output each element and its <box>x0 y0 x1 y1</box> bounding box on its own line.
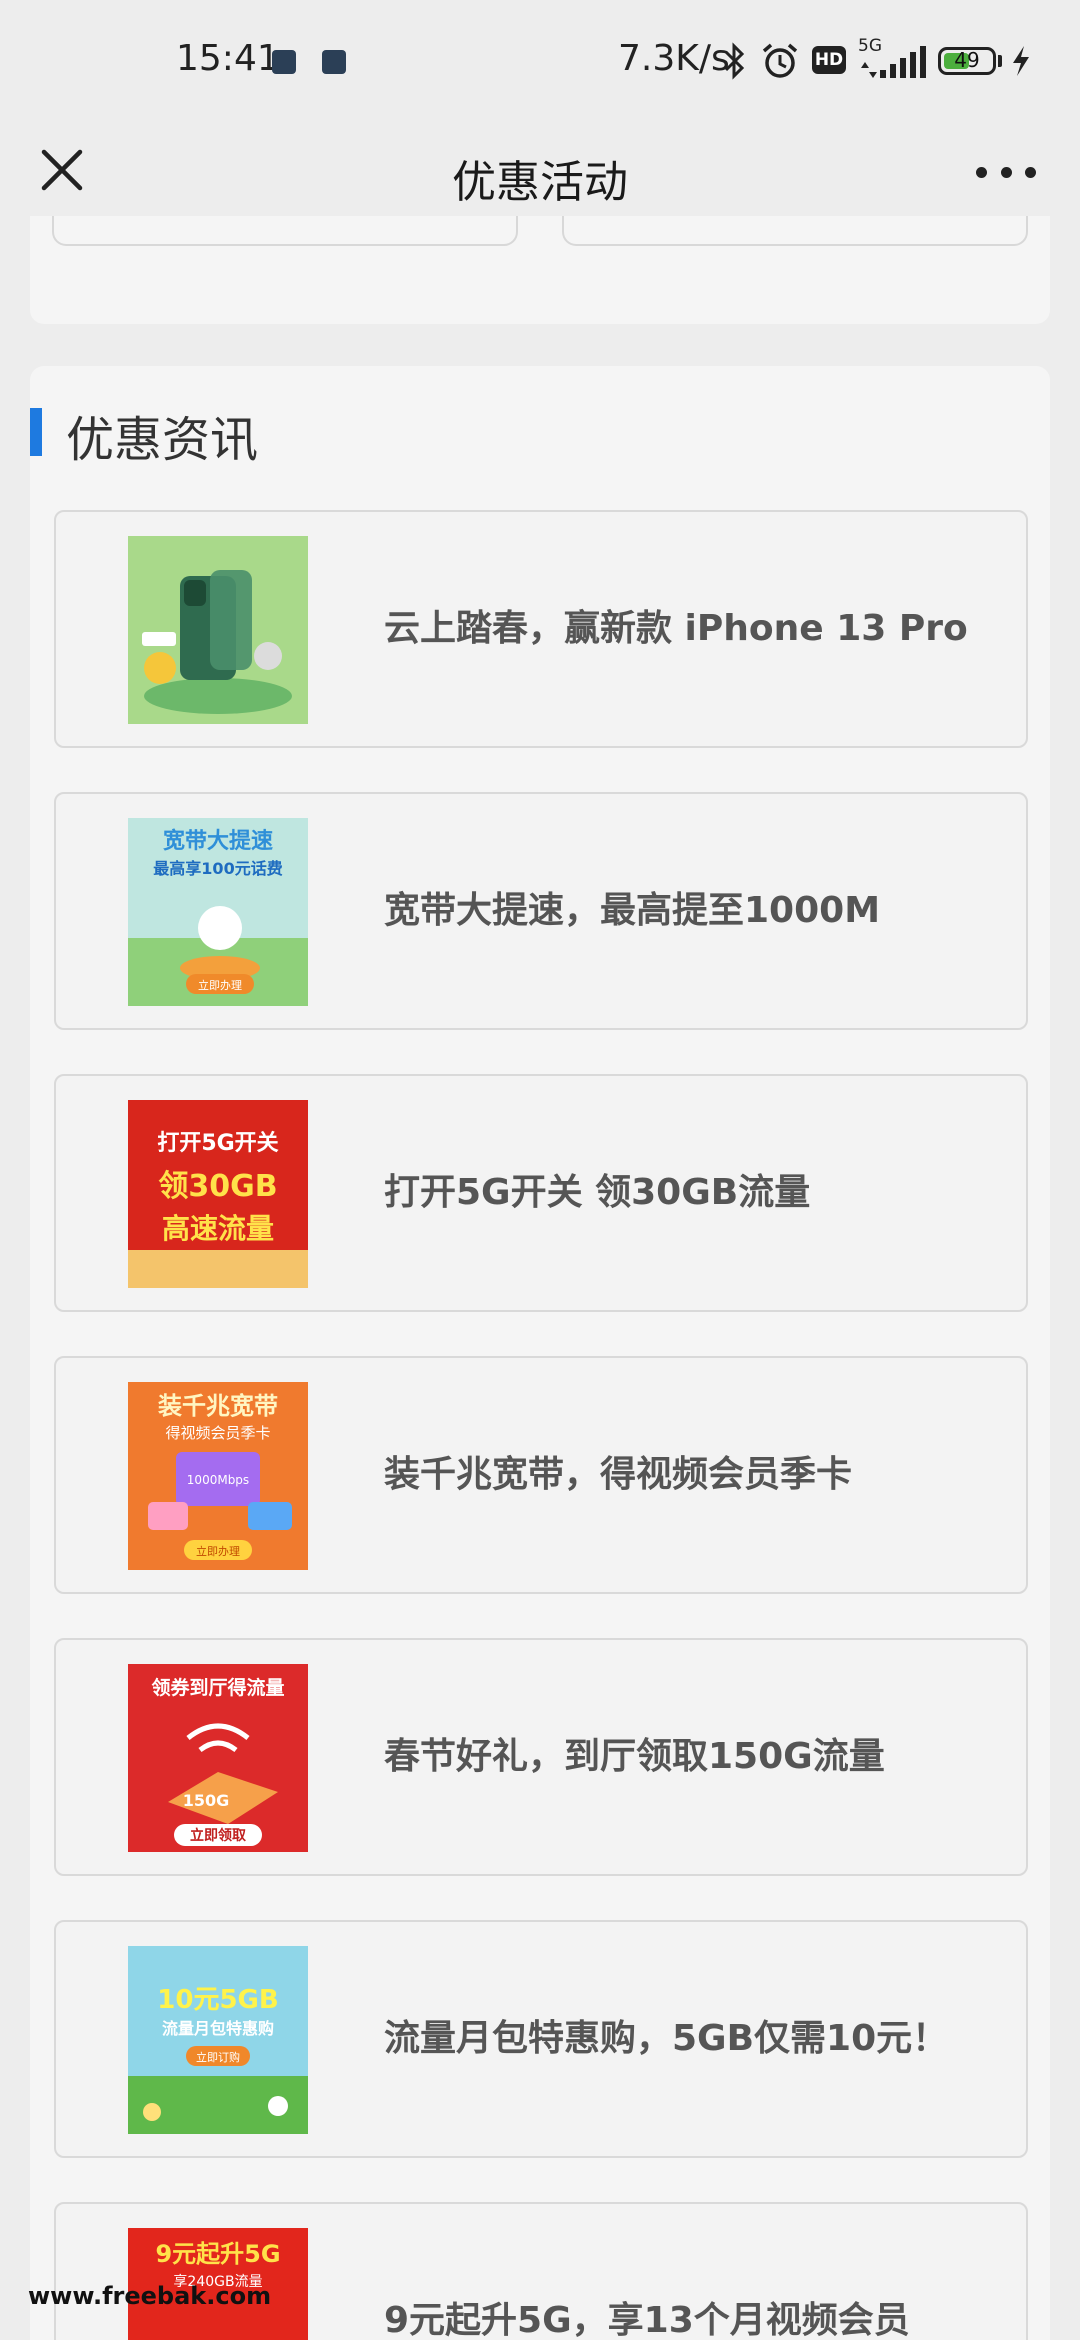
banner-line2: 得视频会员季卡 <box>165 1424 270 1442</box>
banner-line3: 高速流量 <box>162 1212 274 1245</box>
previous-section-tile[interactable] <box>52 216 518 246</box>
banner-button: 立即办理 <box>198 978 242 992</box>
promo-info-section: 优惠资讯 云上踏春，赢新款 iPhone 13 Pro 宽带大提速 最高享100… <box>30 366 1050 2340</box>
banner-line1: 10元5GB <box>157 1985 278 2015</box>
banner-line1: 宽带大提速 <box>163 828 273 854</box>
banner-value: 150G <box>183 1791 230 1810</box>
more-dot <box>1000 166 1012 178</box>
battery-level: 49 <box>954 48 980 72</box>
more-dot <box>1025 166 1036 178</box>
promo-item[interactable]: 打开5G开关 领30GB 高速流量 打开5G开关 领30GB流量 <box>54 1074 1028 1312</box>
banner-line2: 流量月包特惠购 <box>162 2019 274 2038</box>
hd-icon: HD <box>812 46 846 74</box>
promo-item-title: 装千兆宽带，得视频会员季卡 <box>384 1454 853 1495</box>
banner-button: 立即办理 <box>196 1544 240 1558</box>
charging-icon <box>1013 46 1029 76</box>
banner-line1: 9元起升5G <box>155 2240 280 2268</box>
promo-image-gigabit: 装千兆宽带 得视频会员季卡 1000Mbps 立即办理 <box>128 1382 308 1570</box>
promo-image-broadband: 宽带大提速 最高享100元话费 立即办理 <box>128 818 308 1006</box>
promo-item[interactable]: 领券到厅得流量 150G 立即领取 春节好礼，到厅领取150G流量 <box>54 1638 1028 1876</box>
banner-speed: 1000Mbps <box>187 1473 249 1487</box>
promo-image-5gb: 10元5GB 流量月包特惠购 立即订购 <box>128 1946 308 2134</box>
app-notification-icon <box>272 50 296 74</box>
signal-icon <box>861 46 926 78</box>
battery-nub <box>998 55 1002 67</box>
section-title: 优惠资讯 <box>66 412 259 468</box>
bluetooth-icon <box>724 42 745 80</box>
section-accent-bar <box>30 408 42 456</box>
more-icon[interactable] <box>976 144 1036 200</box>
promo-item[interactable]: 装千兆宽带 得视频会员季卡 1000Mbps 立即办理 装千兆宽带，得视频会员季… <box>54 1356 1028 1594</box>
banner-line2: 最高享100元话费 <box>153 859 282 878</box>
status-bar: 15:41 7.3K/s HD 5G 49 <box>0 0 1080 124</box>
status-time: 15:41 <box>176 38 280 79</box>
promo-item-title: 打开5G开关 领30GB流量 <box>384 1172 811 1213</box>
network-speed: 7.3K/s <box>618 38 730 79</box>
promo-image-5g: 打开5G开关 领30GB 高速流量 <box>128 1100 308 1288</box>
watermark: www.freebak.com <box>28 2282 272 2310</box>
banner-line1: 领券到厅得流量 <box>151 1676 284 1699</box>
previous-section-card <box>30 216 1050 324</box>
previous-section-tile[interactable] <box>562 216 1028 246</box>
screen: 15:41 7.3K/s HD 5G 49 优惠活动 优惠资讯 云上踏春，赢新款… <box>0 0 1080 2340</box>
promo-image-150g: 领券到厅得流量 150G 立即领取 <box>128 1664 308 1852</box>
banner-line1: 装千兆宽带 <box>158 1392 278 1420</box>
promo-item[interactable]: 9元起升5G 享240GB流量 9元起升5G，享13个月视频会员 <box>54 2202 1028 2340</box>
nav-bar: 优惠活动 <box>0 124 1080 216</box>
more-dot <box>976 166 987 178</box>
banner-button: 立即订购 <box>196 2050 240 2064</box>
promo-image-iphone <box>128 536 308 724</box>
promo-item[interactable]: 云上踏春，赢新款 iPhone 13 Pro <box>54 510 1028 748</box>
promo-item-title: 宽带大提速，最高提至1000M <box>384 890 881 931</box>
promo-item-title: 春节好礼，到厅领取150G流量 <box>384 1736 885 1777</box>
banner-button: 立即领取 <box>190 1827 247 1844</box>
banner-line2: 领30GB <box>158 1169 277 1204</box>
promo-item-title: 9元起升5G，享13个月视频会员 <box>384 2300 910 2340</box>
promo-item[interactable]: 宽带大提速 最高享100元话费 立即办理 宽带大提速，最高提至1000M <box>54 792 1028 1030</box>
promo-item-title: 流量月包特惠购，5GB仅需10元！ <box>384 2018 949 2059</box>
battery-icon: 49 <box>938 47 996 75</box>
promo-item-title: 云上踏春，赢新款 iPhone 13 Pro <box>384 608 968 649</box>
promo-item[interactable]: 10元5GB 流量月包特惠购 立即订购 流量月包特惠购，5GB仅需10元！ <box>54 1920 1028 2158</box>
page-title: 优惠活动 <box>452 157 628 208</box>
app-notification-icon <box>322 50 346 74</box>
alarm-icon <box>762 43 798 78</box>
banner-line1: 打开5G开关 <box>157 1131 278 1156</box>
